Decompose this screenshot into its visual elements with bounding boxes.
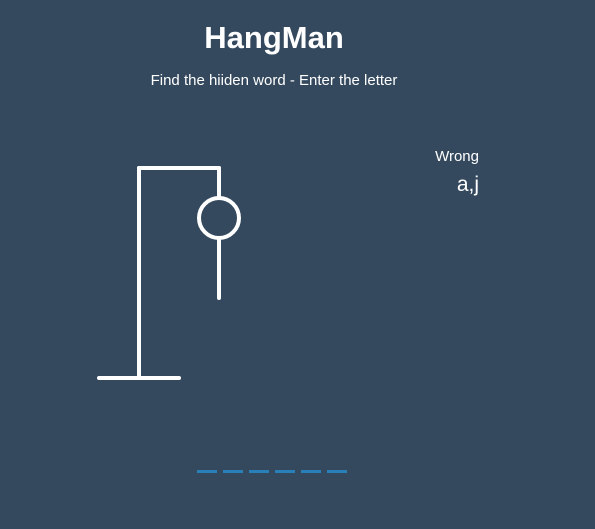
letter-slot <box>197 459 217 473</box>
letter-slot <box>327 459 347 473</box>
letter-slot <box>249 459 269 473</box>
letter-slot <box>275 459 295 473</box>
hidden-word <box>197 459 347 473</box>
wrong-letters: a,j <box>456 173 479 196</box>
letter-slot <box>223 459 243 473</box>
figure-head <box>197 196 241 240</box>
wrong-label: Wrong <box>435 148 479 165</box>
letter-slot <box>301 459 321 473</box>
wrong-letters-panel: Wrong a,j <box>435 148 479 198</box>
hangman-figure <box>97 166 241 380</box>
